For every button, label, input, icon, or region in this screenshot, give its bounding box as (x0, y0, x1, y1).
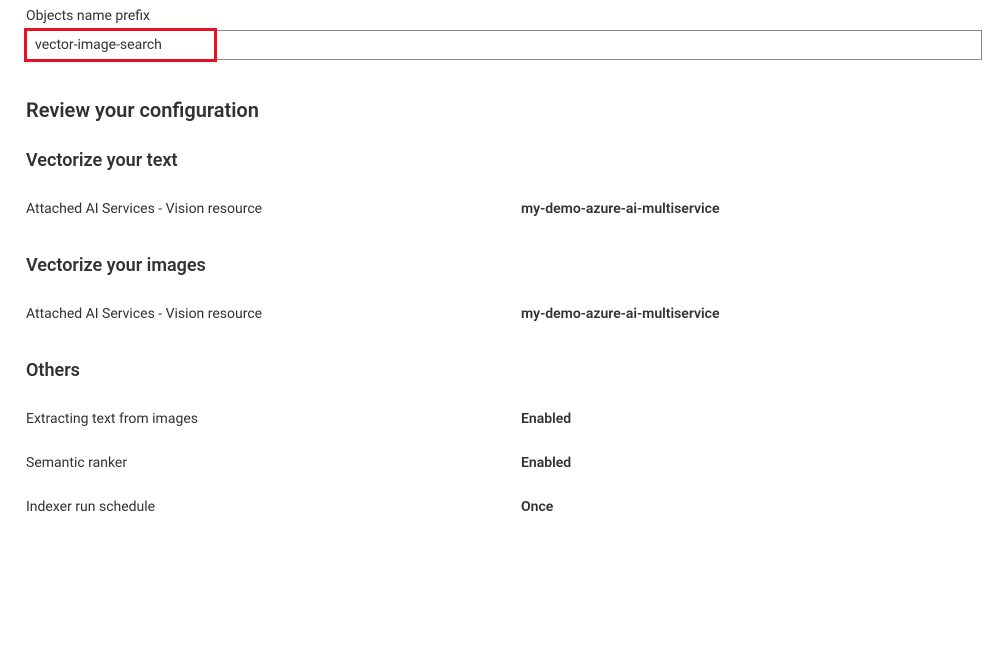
vectorize-images-heading: Vectorize your images (26, 255, 982, 276)
kv-label-indexer-schedule: Indexer run schedule (26, 499, 521, 515)
kv-row: Indexer run schedule Once (26, 499, 982, 515)
kv-value-vision-resource-images: my-demo-azure-ai-multiservice (521, 306, 720, 322)
kv-value-indexer-schedule: Once (521, 499, 553, 515)
others-heading: Others (26, 360, 982, 381)
kv-label-vision-resource-text: Attached AI Services - Vision resource (26, 201, 521, 217)
kv-row: Extracting text from images Enabled (26, 411, 982, 427)
vectorize-text-section: Vectorize your text Attached AI Services… (26, 150, 982, 217)
kv-label-semantic-ranker: Semantic ranker (26, 455, 521, 471)
kv-value-extracting-text: Enabled (521, 411, 571, 427)
kv-value-semantic-ranker: Enabled (521, 455, 571, 471)
kv-row: Attached AI Services - Vision resource m… (26, 306, 982, 322)
review-configuration-heading: Review your configuration (26, 98, 982, 122)
kv-row: Attached AI Services - Vision resource m… (26, 201, 982, 217)
objects-name-prefix-label: Objects name prefix (26, 8, 982, 24)
vectorize-images-section: Vectorize your images Attached AI Servic… (26, 255, 982, 322)
others-section: Others Extracting text from images Enabl… (26, 360, 982, 515)
objects-name-prefix-wrapper (26, 30, 982, 60)
kv-label-vision-resource-images: Attached AI Services - Vision resource (26, 306, 521, 322)
kv-row: Semantic ranker Enabled (26, 455, 982, 471)
kv-value-vision-resource-text: my-demo-azure-ai-multiservice (521, 201, 720, 217)
kv-label-extracting-text: Extracting text from images (26, 411, 521, 427)
objects-name-prefix-input[interactable] (26, 30, 982, 60)
vectorize-text-heading: Vectorize your text (26, 150, 982, 171)
